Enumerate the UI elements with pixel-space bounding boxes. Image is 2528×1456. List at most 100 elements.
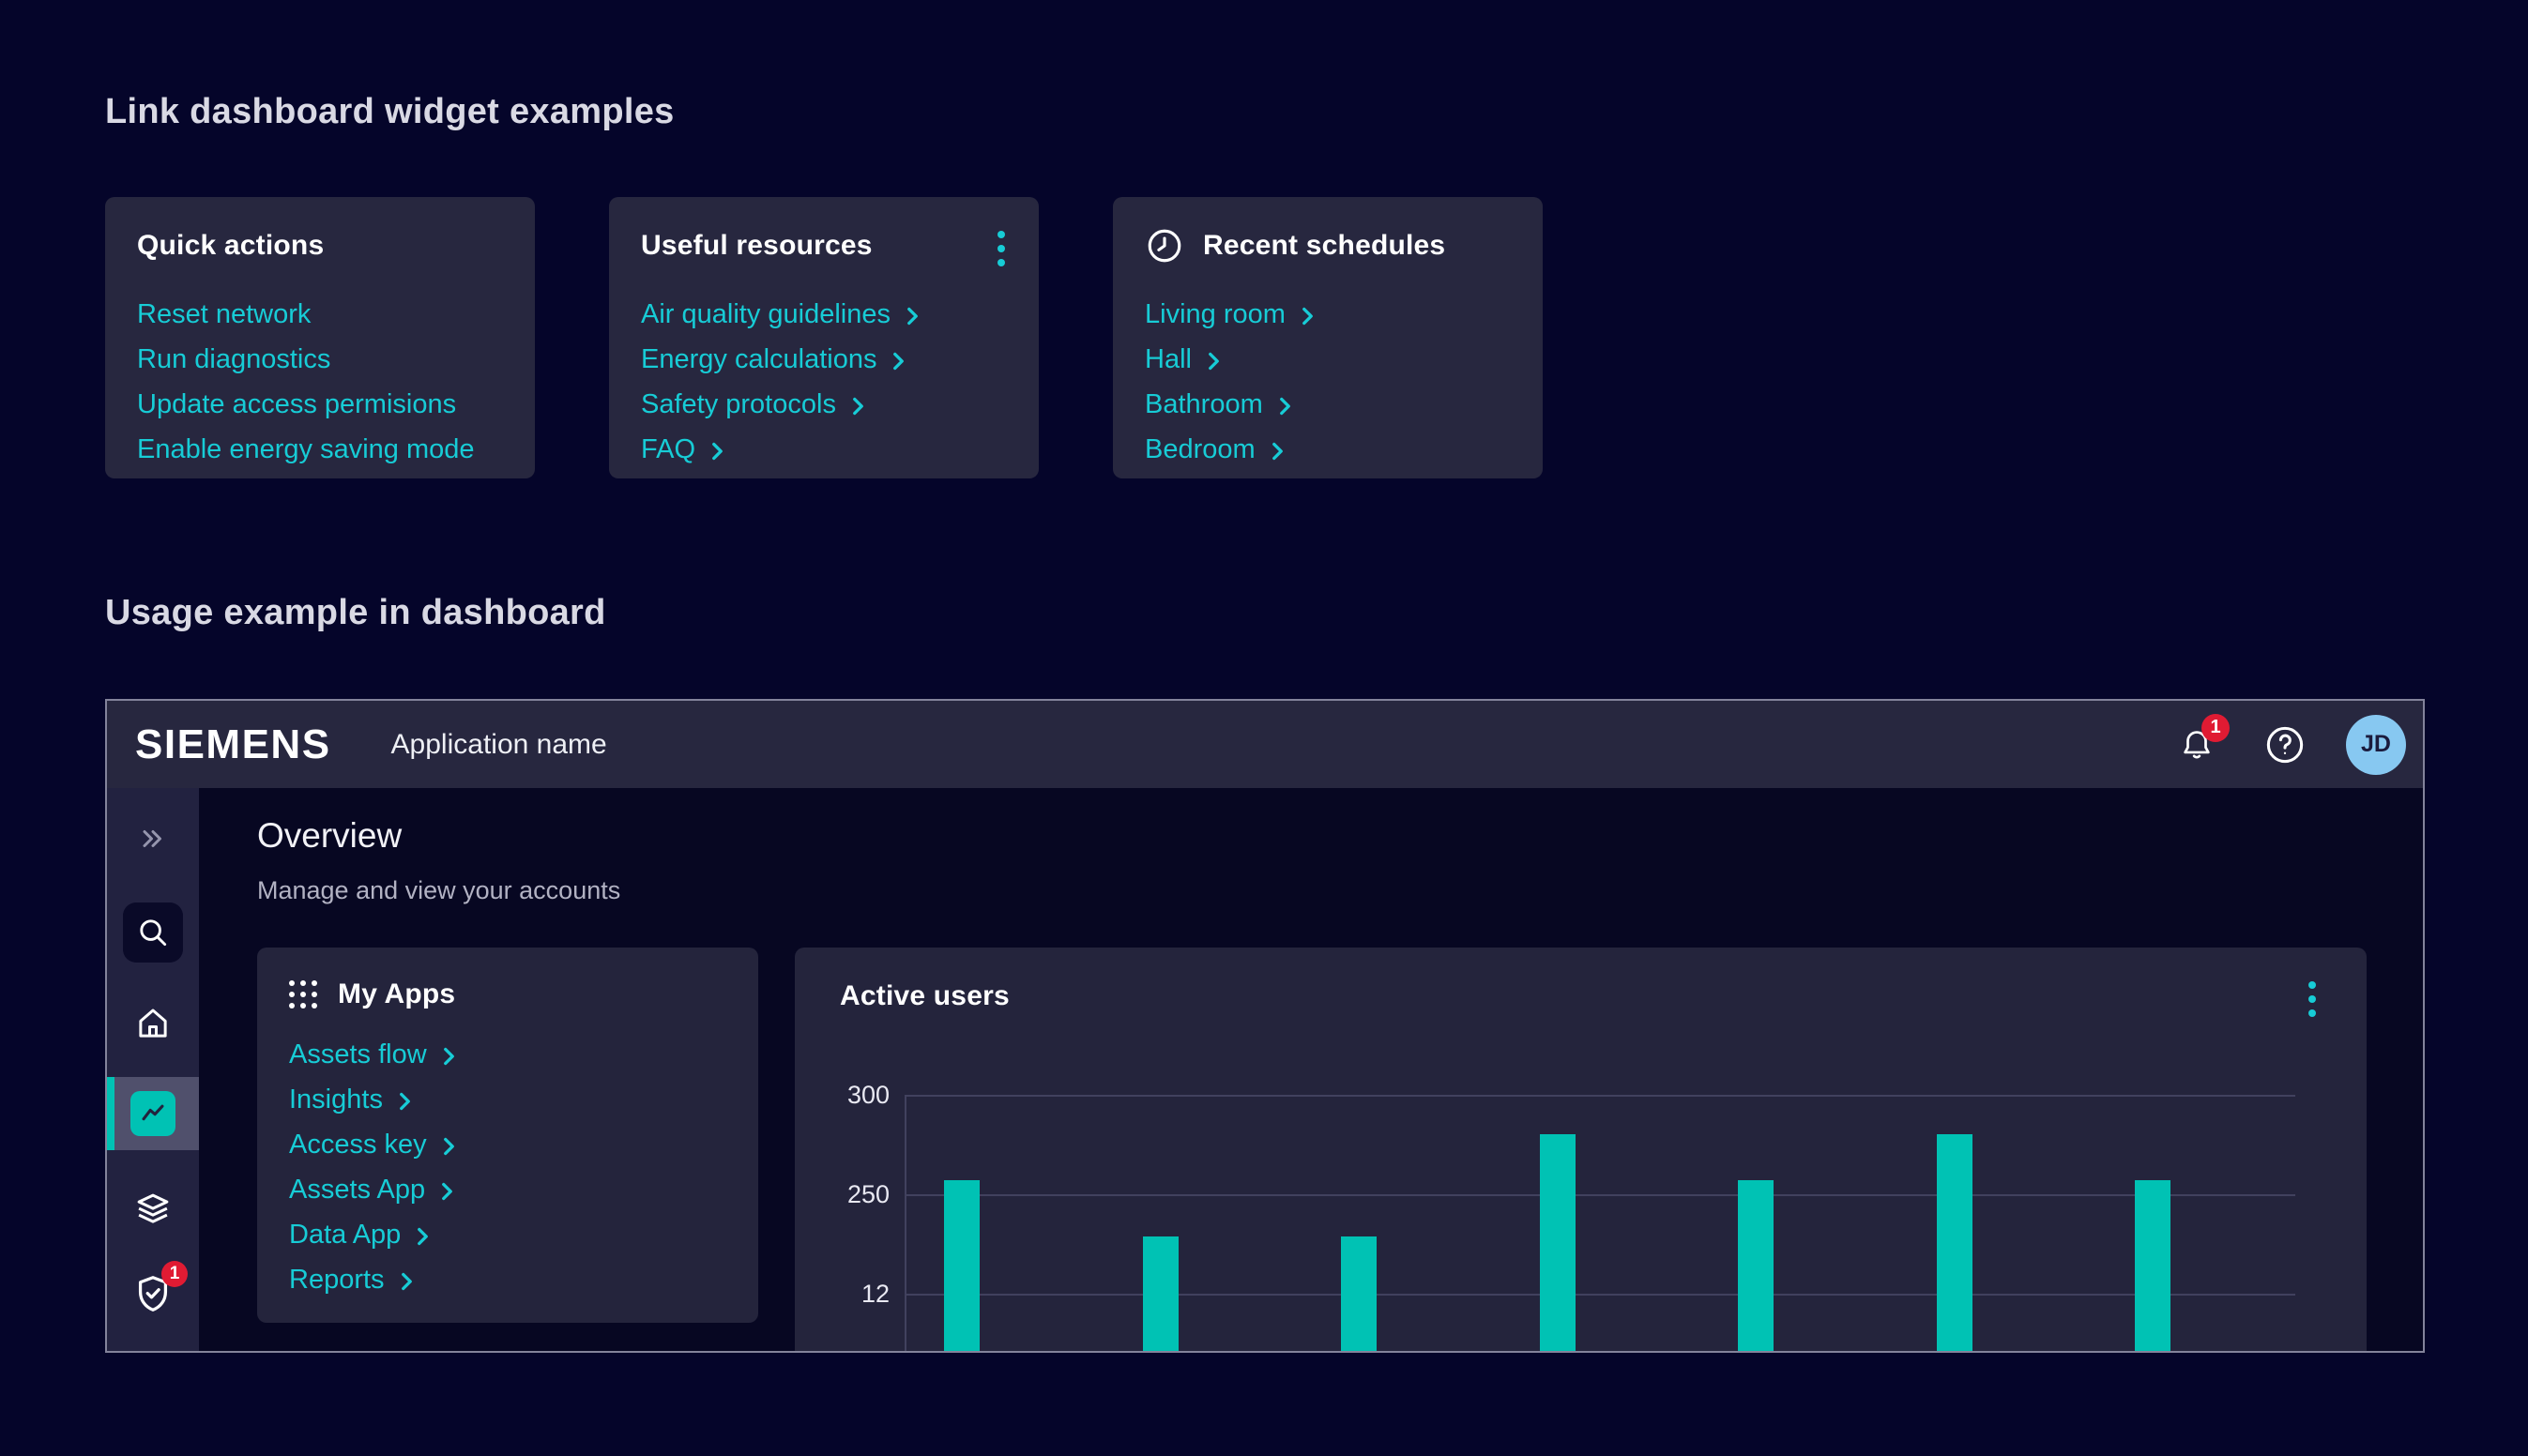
active-users-widget: Active users 30025012	[795, 948, 2367, 1353]
sidebar-layers-button[interactable]	[133, 1190, 173, 1229]
y-tick-label: 300	[809, 1081, 890, 1110]
link-access-key[interactable]: Access key	[289, 1131, 726, 1159]
link-label: Data App	[289, 1220, 401, 1251]
link-label: Insights	[289, 1084, 383, 1115]
sidebar: 1	[107, 788, 199, 1353]
page-title: Overview	[257, 816, 402, 856]
card-title: My Apps	[338, 978, 455, 1010]
home-icon	[133, 1004, 173, 1043]
link-bathroom[interactable]: Bathroom	[1145, 390, 1511, 418]
link-safety-protocols[interactable]: Safety protocols	[641, 390, 1007, 418]
y-tick-label: 250	[809, 1180, 890, 1209]
notifications-button[interactable]: 1	[2179, 727, 2215, 763]
line-chart-icon	[130, 1091, 175, 1136]
link-label: Update access permisions	[137, 389, 456, 420]
link-label: Access key	[289, 1130, 427, 1160]
gridline	[905, 1095, 2295, 1097]
recent-schedules-links: Living room Hall Bathroom Bedroom	[1145, 300, 1511, 463]
link-air-quality-guidelines[interactable]: Air quality guidelines	[641, 300, 1007, 328]
siemens-logo: SIEMENS	[135, 721, 331, 768]
search-icon	[135, 915, 171, 950]
my-apps-widget: My Apps Assets flow Insights Access key Ass…	[257, 948, 758, 1323]
link-label: Bathroom	[1145, 389, 1263, 420]
link-bedroom[interactable]: Bedroom	[1145, 435, 1511, 463]
question-circle-icon	[2263, 723, 2307, 766]
widget-useful-resources: Useful resources Air quality guidelines E…	[609, 197, 1039, 478]
link-assets-flow[interactable]: Assets flow	[289, 1041, 726, 1069]
chevron-right-icon	[1278, 395, 1292, 417]
layers-icon	[133, 1190, 173, 1229]
chart-title: Active users	[840, 980, 1010, 1012]
link-reset-network[interactable]: Reset network	[137, 300, 503, 328]
link-label: Air quality guidelines	[641, 299, 891, 330]
chevron-right-icon	[416, 1225, 430, 1248]
app-header: SIEMENS Application name 1	[107, 701, 2423, 788]
link-insights[interactable]: Insights	[289, 1086, 726, 1114]
link-energy-calculations[interactable]: Energy calculations	[641, 345, 1007, 373]
chevron-right-icon	[906, 305, 920, 327]
security-badge: 1	[161, 1261, 188, 1287]
sidebar-security-button[interactable]: 1	[131, 1272, 175, 1315]
chevron-right-icon	[1301, 305, 1315, 327]
card-title: Useful resources	[641, 230, 873, 262]
double-chevron-right-icon	[136, 822, 170, 856]
sidebar-home-button[interactable]	[133, 1004, 173, 1043]
widget-quick-actions: Quick actions Reset network Run diagnosti…	[105, 197, 535, 478]
dashboard-example: SIEMENS Application name 1	[105, 699, 2425, 1353]
chevron-right-icon	[400, 1270, 414, 1293]
sidebar-analytics-button-active[interactable]	[107, 1077, 199, 1150]
section-title-widgets: Link dashboard widget examples	[105, 92, 675, 132]
link-label: Reports	[289, 1265, 385, 1296]
link-label: FAQ	[641, 434, 695, 465]
link-reports[interactable]: Reports	[289, 1266, 726, 1294]
chevron-right-icon	[1207, 350, 1221, 372]
chevron-right-icon	[851, 395, 865, 417]
chevron-right-icon	[442, 1045, 456, 1068]
chevron-right-icon	[710, 440, 724, 463]
quick-actions-links: Reset network Run diagnostics Update acces…	[137, 300, 503, 463]
y-tick-label: 12	[809, 1280, 890, 1309]
active-accent-bar	[107, 1077, 114, 1150]
gridline	[905, 1194, 2295, 1196]
chevron-right-icon	[440, 1180, 454, 1203]
chevron-right-icon	[442, 1135, 456, 1158]
link-enable-energy-saving-mode[interactable]: Enable energy saving mode	[137, 435, 503, 463]
link-run-diagnostics[interactable]: Run diagnostics	[137, 345, 503, 373]
header-actions: 1 JD	[2179, 715, 2406, 775]
sidebar-expand-button[interactable]	[136, 822, 170, 856]
chevron-right-icon	[891, 350, 906, 372]
link-data-app[interactable]: Data App	[289, 1221, 726, 1249]
sidebar-search-button[interactable]	[123, 902, 183, 963]
link-label: Energy calculations	[641, 344, 876, 375]
clock-icon	[1145, 226, 1184, 265]
help-button[interactable]	[2263, 723, 2307, 766]
link-hall[interactable]: Hall	[1145, 345, 1511, 373]
card-title: Recent schedules	[1203, 230, 1445, 262]
avatar[interactable]: JD	[2346, 715, 2406, 775]
link-label: Assets App	[289, 1175, 425, 1206]
card-title: Quick actions	[137, 230, 324, 262]
chevron-right-icon	[398, 1090, 412, 1113]
bar-chart: 30025012	[905, 1095, 2295, 1353]
link-faq[interactable]: FAQ	[641, 435, 1007, 463]
notification-badge: 1	[2201, 714, 2230, 742]
content-area: Overview Manage and view your accounts M…	[199, 788, 2423, 1353]
page-subtitle: Manage and view your accounts	[257, 876, 620, 905]
link-living-room[interactable]: Living room	[1145, 300, 1511, 328]
link-label: Bedroom	[1145, 434, 1256, 465]
link-label: Assets flow	[289, 1039, 427, 1070]
link-label: Living room	[1145, 299, 1286, 330]
kebab-menu-icon[interactable]	[2305, 978, 2320, 1021]
bar-6	[1937, 1134, 1972, 1353]
link-label: Reset network	[137, 299, 311, 330]
gridline	[905, 1294, 2295, 1296]
section-title-usage: Usage example in dashboard	[105, 593, 606, 633]
bar-7	[2135, 1180, 2170, 1353]
chevron-right-icon	[1271, 440, 1285, 463]
kebab-menu-icon[interactable]	[994, 227, 1009, 270]
link-update-access-permisions[interactable]: Update access permisions	[137, 390, 503, 418]
apps-grid-icon	[289, 980, 317, 1009]
link-assets-app[interactable]: Assets App	[289, 1176, 726, 1204]
y-axis-line	[905, 1095, 906, 1353]
bar-1	[944, 1180, 980, 1353]
